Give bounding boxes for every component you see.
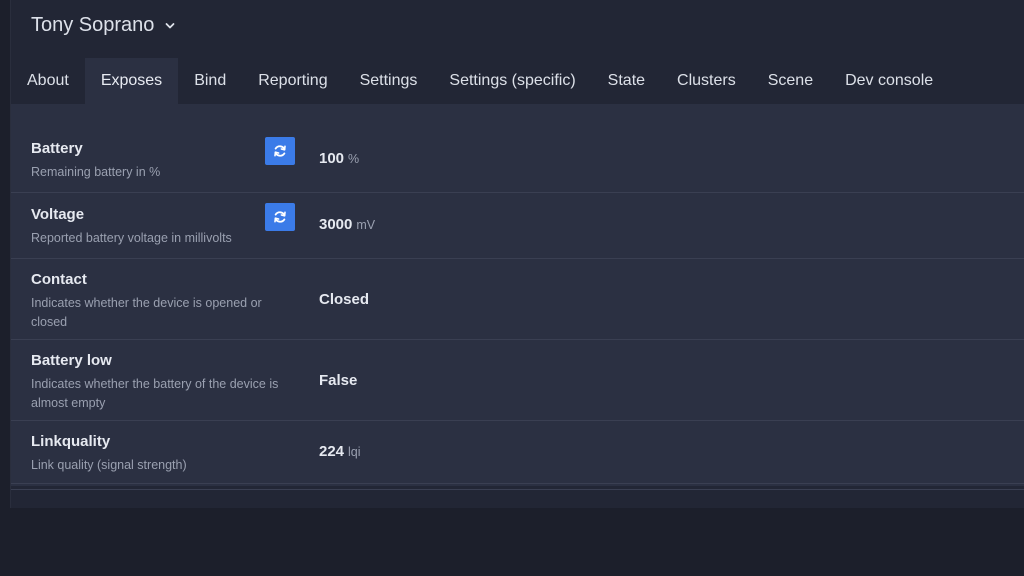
exposes-list: Battery Remaining battery in % 100% Volt…	[11, 104, 1024, 490]
expose-row-battery-low: Battery low Indicates whether the batter…	[11, 340, 1024, 421]
refresh-button[interactable]	[265, 203, 295, 231]
expose-row-battery: Battery Remaining battery in % 100%	[11, 128, 1024, 193]
tab-settings[interactable]: Settings	[344, 58, 434, 104]
refresh-button[interactable]	[265, 137, 295, 165]
expose-title: Battery low	[31, 352, 112, 369]
expose-title: Battery	[31, 140, 83, 157]
expose-value: 224 lqi	[319, 443, 361, 460]
chevron-down-icon	[166, 22, 175, 28]
expose-row-linkquality: Linkquality Link quality (signal strengt…	[11, 421, 1024, 484]
expose-unit: lqi	[348, 445, 361, 459]
expose-row-voltage: Voltage Reported battery voltage in mill…	[11, 193, 1024, 259]
expose-unit: %	[348, 152, 360, 166]
expose-title: Contact	[31, 271, 87, 288]
tab-bind[interactable]: Bind	[178, 58, 242, 104]
expose-title: Voltage	[31, 206, 85, 223]
tab-dev-console[interactable]: Dev console	[829, 58, 949, 104]
expose-value: 100%	[319, 150, 360, 167]
refresh-icon	[274, 145, 286, 157]
device-selector[interactable]: Tony Soprano	[31, 14, 176, 37]
expose-unit: mV	[356, 218, 376, 232]
refresh-icon	[274, 211, 286, 223]
tab-state[interactable]: State	[592, 58, 661, 104]
expose-description: Link quality (signal strength)	[31, 458, 187, 472]
expose-description: Reported battery voltage in millivolts	[31, 231, 232, 245]
expose-title: Linkquality	[31, 433, 111, 450]
expose-description: Indicates whether the battery of the dev…	[31, 377, 279, 410]
expose-value: Closed	[319, 291, 370, 308]
tab-clusters[interactable]: Clusters	[661, 58, 752, 104]
expose-row-contact: Contact Indicates whether the device is …	[11, 259, 1024, 340]
expose-description: Remaining battery in %	[31, 165, 161, 179]
expose-value: 3000 mV	[319, 216, 376, 233]
expose-value: False	[319, 372, 358, 389]
divider	[11, 489, 1024, 490]
tab-about[interactable]: About	[11, 58, 85, 104]
expose-description: Indicates whether the device is opened o…	[31, 296, 262, 329]
tab-scene[interactable]: Scene	[752, 58, 829, 104]
tab-settings-specific[interactable]: Settings (specific)	[433, 58, 591, 104]
device-name: Tony Soprano	[31, 14, 155, 36]
tab-reporting[interactable]: Reporting	[242, 58, 343, 104]
tab-bar: About Exposes Bind Reporting Settings Se…	[11, 58, 949, 104]
tab-exposes[interactable]: Exposes	[84, 58, 179, 104]
